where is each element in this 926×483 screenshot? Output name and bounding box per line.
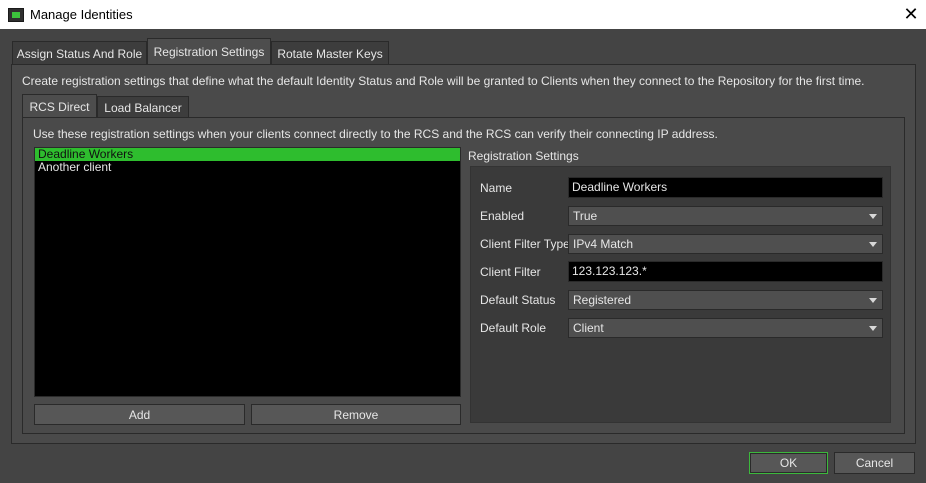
client-filter-field[interactable]: 123.123.123.*: [568, 261, 883, 282]
app-icon: [8, 7, 24, 22]
tab-rcs-direct[interactable]: RCS Direct: [22, 94, 97, 118]
chevron-down-icon: [869, 326, 877, 331]
default-status-label: Default Status: [480, 293, 556, 307]
client-filter-label: Client Filter: [480, 265, 541, 279]
remove-button[interactable]: Remove: [251, 404, 461, 425]
add-button[interactable]: Add: [34, 404, 245, 425]
list-item[interactable]: Another client: [35, 161, 460, 174]
cancel-button[interactable]: Cancel: [834, 452, 915, 474]
name-label: Name: [480, 181, 513, 195]
enabled-value: True: [573, 209, 598, 223]
client-filter-type-select[interactable]: IPv4 Match: [568, 234, 883, 254]
enabled-label: Enabled: [480, 209, 525, 223]
window-title: Manage Identities: [30, 7, 133, 22]
client-filter-type-value: IPv4 Match: [573, 237, 634, 251]
title-bar: Manage Identities ✕: [0, 0, 926, 29]
default-role-label: Default Role: [480, 321, 547, 335]
close-icon[interactable]: ✕: [896, 0, 926, 29]
registration-settings-group: Name Deadline Workers Enabled True Clien…: [470, 166, 891, 423]
rcs-direct-panel: Use these registration settings when you…: [22, 117, 905, 434]
default-status-select[interactable]: Registered: [568, 290, 883, 310]
enabled-select[interactable]: True: [568, 206, 883, 226]
chevron-down-icon: [869, 298, 877, 303]
tab-registration-settings[interactable]: Registration Settings: [147, 38, 271, 65]
tab-assign-status-and-role[interactable]: Assign Status And Role: [12, 41, 147, 65]
default-role-value: Client: [573, 321, 604, 335]
client-list[interactable]: Deadline Workers Another client: [34, 147, 461, 397]
default-role-select[interactable]: Client: [568, 318, 883, 338]
main-description: Create registration settings that define…: [22, 74, 865, 88]
chevron-down-icon: [869, 242, 877, 247]
client-filter-type-label: Client Filter Type: [480, 237, 570, 251]
registration-settings-panel: Create registration settings that define…: [11, 64, 916, 444]
name-field[interactable]: Deadline Workers: [568, 177, 883, 198]
registration-settings-group-title: Registration Settings: [468, 149, 579, 163]
sub-description: Use these registration settings when you…: [33, 127, 718, 141]
default-status-value: Registered: [573, 293, 632, 307]
chevron-down-icon: [869, 214, 877, 219]
ok-button[interactable]: OK: [749, 452, 828, 474]
tab-load-balancer[interactable]: Load Balancer: [97, 96, 189, 118]
tab-rotate-master-keys[interactable]: Rotate Master Keys: [271, 41, 389, 65]
